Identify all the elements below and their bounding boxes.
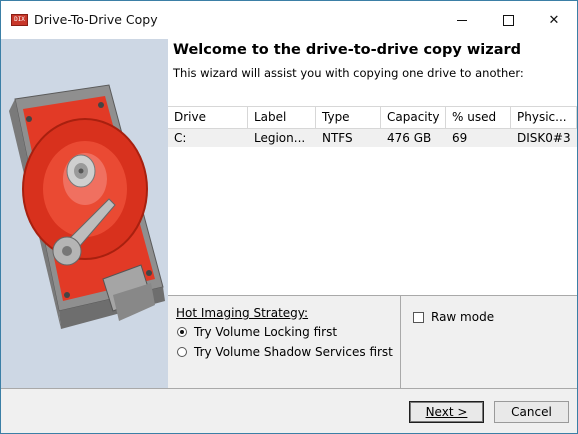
column-header-label[interactable]: Label	[248, 107, 316, 128]
raw-mode-checkbox[interactable]: Raw mode	[413, 310, 494, 324]
radio-volume-locking[interactable]: Try Volume Locking first	[177, 325, 337, 339]
cell-physical: DISK0#3	[517, 131, 571, 145]
wizard-subheading: This wizard will assist you with copying…	[173, 66, 524, 80]
cancel-button[interactable]: Cancel	[494, 401, 569, 423]
hard-drive-illustration-panel	[1, 39, 168, 388]
cell-drive: C:	[174, 131, 187, 145]
wizard-window: DIX Drive-To-Drive Copy ✕ Welcome to the…	[0, 0, 578, 434]
radio-label: Try Volume Shadow Services first	[194, 345, 393, 359]
radio-unchecked-icon[interactable]	[177, 347, 187, 357]
hard-drive-illustration	[9, 84, 165, 329]
radio-checked-icon[interactable]	[177, 327, 187, 337]
raw-mode-label: Raw mode	[431, 310, 495, 324]
wizard-heading: Welcome to the drive-to-drive copy wizar…	[173, 42, 522, 58]
cell-percent-used: 69	[452, 131, 468, 145]
minimize-button[interactable]	[439, 1, 485, 39]
title-bar[interactable]: DIX Drive-To-Drive Copy ✕	[1, 1, 577, 39]
hot-imaging-strategy-group: Hot Imaging Strategy: Try Volume Locking…	[168, 295, 401, 388]
next-button[interactable]: Next >	[409, 401, 484, 423]
column-header-physical[interactable]: Physic...	[511, 107, 577, 128]
radio-label: Try Volume Locking first	[194, 325, 338, 339]
close-icon: ✕	[548, 12, 560, 28]
table-row[interactable]: C: Legion... NTFS 476 GB 69 DISK0#3	[168, 129, 577, 147]
cell-type: NTFS	[322, 131, 353, 145]
drive-table[interactable]: Drive Label Type Capacity % used Physic.…	[168, 106, 577, 147]
cell-capacity: 476 GB	[387, 131, 432, 145]
raw-mode-group: Raw mode	[401, 295, 577, 388]
checkbox-icon[interactable]	[413, 311, 424, 323]
maximize-icon	[502, 14, 514, 26]
cell-label: Legion...	[254, 131, 306, 145]
next-button-label: Next >	[425, 405, 468, 419]
window-title: Drive-To-Drive Copy	[34, 12, 158, 27]
strategy-title: Hot Imaging Strategy:	[176, 306, 309, 320]
radio-volume-shadow-services[interactable]: Try Volume Shadow Services first	[177, 345, 393, 359]
minimize-icon	[457, 19, 467, 21]
column-header-percent-used[interactable]: % used	[446, 107, 511, 128]
close-button[interactable]: ✕	[531, 1, 577, 39]
table-header: Drive Label Type Capacity % used Physic.…	[168, 106, 577, 129]
button-bar: Next > Cancel	[1, 388, 577, 433]
column-header-drive[interactable]: Drive	[168, 107, 248, 128]
maximize-button[interactable]	[485, 1, 531, 39]
column-header-capacity[interactable]: Capacity	[381, 107, 446, 128]
app-icon: DIX	[11, 14, 28, 26]
column-header-type[interactable]: Type	[316, 107, 381, 128]
